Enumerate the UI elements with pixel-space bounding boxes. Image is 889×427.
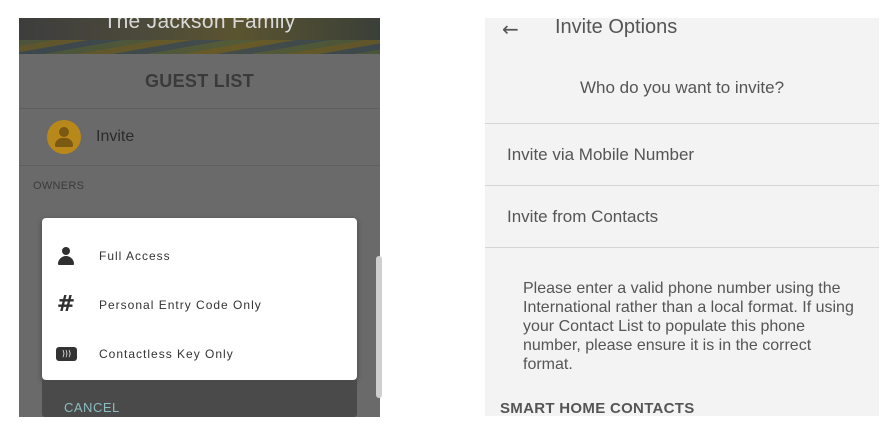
option-label: Personal Entry Code Only <box>99 298 262 312</box>
family-name: The Jackson Family <box>103 18 296 33</box>
owners-section-label: OWNERS <box>33 180 85 192</box>
divider <box>485 247 879 248</box>
option-full-access[interactable]: Full Access <box>42 232 357 280</box>
invite-question: Who do you want to invite? <box>579 78 785 97</box>
smart-home-contacts-heading: SMART HOME CONTACTS <box>500 400 695 416</box>
option-label: Full Access <box>99 249 171 263</box>
guest-list-header: GUEST LIST <box>19 54 380 109</box>
option-personal-entry-code[interactable]: # Personal Entry Code Only <box>42 281 357 329</box>
page-title: Invite Options <box>555 18 678 38</box>
family-banner: The Jackson Family <box>19 18 380 54</box>
dialog-footer: CANCEL <box>42 380 357 417</box>
invite-row[interactable]: Invite <box>19 109 380 166</box>
back-arrow-icon[interactable]: ← <box>502 18 519 41</box>
option-label: Contactless Key Only <box>99 347 234 361</box>
divider <box>485 123 879 124</box>
add-guest-avatar-icon <box>47 120 81 154</box>
invite-via-mobile-button[interactable]: Invite via Mobile Number <box>507 145 694 165</box>
divider <box>485 185 879 186</box>
invite-from-contacts-button[interactable]: Invite from Contacts <box>507 207 658 227</box>
guest-list-screen: The Jackson Family GUEST LIST Invite OWN… <box>19 18 380 417</box>
cancel-button[interactable]: CANCEL <box>64 400 120 415</box>
access-type-dialog: Full Access # Personal Entry Code Only )… <box>42 218 357 380</box>
scrollbar[interactable] <box>376 256 382 398</box>
banner-image <box>19 40 380 54</box>
phone-format-note: Please enter a valid phone number using … <box>523 280 854 373</box>
option-contactless-key[interactable]: ))) Contactless Key Only <box>42 330 357 378</box>
person-icon <box>56 246 76 266</box>
contactless-key-icon: ))) <box>56 347 77 361</box>
invite-options-screen: ← Invite Options Who do you want to invi… <box>485 18 879 416</box>
invite-label: Invite <box>96 128 135 145</box>
hash-icon: # <box>56 292 76 317</box>
top-bar: ← Invite Options <box>485 18 879 42</box>
